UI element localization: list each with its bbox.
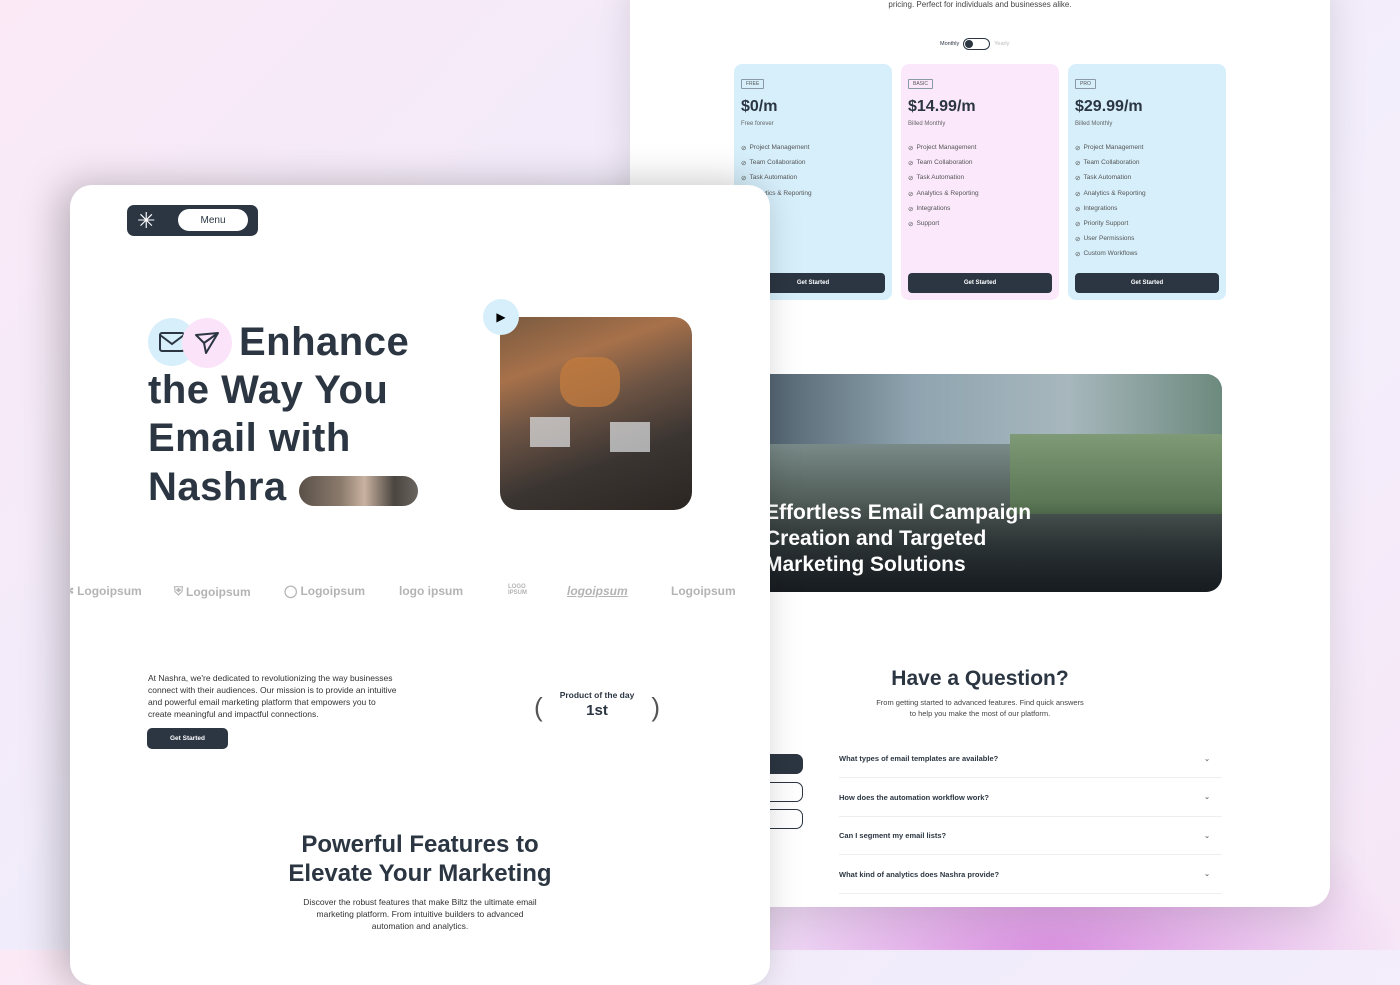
send-icon bbox=[182, 318, 232, 368]
plan-feature: ⊘ User Permissions bbox=[1075, 235, 1219, 250]
laurel-right-icon: ) bbox=[651, 692, 660, 722]
toggle-switch[interactable] bbox=[963, 38, 991, 50]
check-circle-icon: ⊘ bbox=[908, 160, 914, 168]
plan-feature: ⊘ Custom Workflows bbox=[1075, 250, 1219, 265]
check-circle-icon: ⊘ bbox=[908, 220, 914, 228]
partner-logo: ⛨ Logoipsum bbox=[174, 584, 251, 599]
plan-price: $0/m bbox=[741, 98, 778, 115]
plan-card-basic: BASIC $14.99/m Billed Monthly ⊘ Project Ma… bbox=[901, 64, 1059, 300]
plan-get-started-button[interactable]: Get Started bbox=[908, 273, 1052, 293]
check-circle-icon: ⊘ bbox=[1075, 175, 1081, 183]
check-circle-icon: ⊘ bbox=[1075, 220, 1081, 228]
plan-feature: ⊘ Priority Support bbox=[1075, 220, 1219, 235]
plan-feature: ⊘Analytics & Reporting bbox=[908, 190, 1052, 205]
features-subtitle: Discover the robust features that make B… bbox=[303, 897, 537, 931]
logo-mark-icon: ◯ bbox=[284, 584, 298, 598]
toggle-monthly[interactable]: Monthly bbox=[940, 41, 959, 47]
team-photo-pill bbox=[299, 476, 418, 506]
plan-price: $14.99/m bbox=[908, 98, 976, 115]
plan-card-pro: PRO $29.99/m Billed Monthly ⊘ Project Mana… bbox=[1068, 64, 1226, 300]
toggle-yearly[interactable]: Yearly bbox=[994, 41, 1009, 47]
chevron-down-icon[interactable]: ⌄ bbox=[1204, 832, 1210, 840]
plan-feature: ⊘ Project Management bbox=[908, 144, 1052, 159]
check-circle-icon: ⊘ bbox=[1075, 251, 1081, 259]
billing-toggle[interactable]: Monthly Yearly bbox=[940, 38, 1009, 50]
chevron-down-icon[interactable]: ⌄ bbox=[1204, 793, 1210, 801]
check-circle-icon: ⊘ bbox=[1075, 160, 1081, 168]
plan-feature: ⊘ Project Management bbox=[741, 144, 885, 159]
check-circle-icon: ⊘ bbox=[1075, 145, 1081, 152]
plan-billing: Free forever bbox=[741, 121, 774, 127]
plan-billing: Billed Monthly bbox=[908, 121, 946, 127]
logo-mark-icon: ⛨ bbox=[174, 584, 184, 598]
check-circle-icon: ⊘ bbox=[1075, 205, 1081, 213]
logo-mark-icon: ✻ bbox=[70, 584, 74, 598]
plan-tag: FREE bbox=[741, 79, 765, 89]
plan-feature: ⊘ Team Collaboration bbox=[741, 159, 885, 174]
features-title: Powerful Features to Elevate Your Market… bbox=[288, 831, 552, 887]
banner-image: Effortless Email Campaign Creation and T… bbox=[710, 374, 1222, 592]
about-text: At Nashra, we're dedicated to revolution… bbox=[148, 673, 397, 719]
plan-feature: ⊘ Task Automation bbox=[1075, 174, 1219, 189]
partner-logo: LOGO IPSUM bbox=[508, 584, 528, 596]
menu-button[interactable]: Menu bbox=[178, 209, 248, 231]
plan-price: $29.99/m bbox=[1075, 98, 1143, 115]
plan-feature: ⊘ Integrations bbox=[1075, 205, 1219, 220]
faq-item[interactable]: What kind of analytics does Nashra provi… bbox=[839, 856, 1222, 894]
check-circle-icon: ⊘ bbox=[908, 175, 914, 183]
plan-feature: ⊘ Integrations bbox=[908, 205, 1052, 220]
video-thumbnail[interactable] bbox=[500, 317, 692, 510]
plan-feature: ⊘ Task Automation bbox=[741, 174, 885, 189]
partner-logo: logo ipsum bbox=[399, 584, 463, 598]
check-circle-icon: ⊘ bbox=[908, 190, 914, 198]
faq-item[interactable]: Can I segment my email lists? ⌄ bbox=[839, 817, 1222, 855]
plan-feature: ⊘Analytics & Reporting bbox=[1075, 190, 1219, 205]
partner-logo: ◯ Logoipsum bbox=[284, 584, 366, 598]
play-icon: ▶ bbox=[496, 310, 506, 324]
pricing-intro: pricing. Perfect for individuals and bus… bbox=[888, 0, 1072, 9]
plan-feature: ⊘ Project Management bbox=[1075, 144, 1219, 159]
check-circle-icon: ⊘ bbox=[1075, 190, 1081, 198]
check-circle-icon: ⊘ bbox=[741, 145, 747, 152]
play-button[interactable]: ▶ bbox=[483, 299, 519, 335]
hero-line-2: the Way You bbox=[148, 368, 389, 412]
plan-tag: PRO bbox=[1075, 79, 1096, 89]
plan-billing: Billed Monthly bbox=[1075, 121, 1113, 127]
partner-logo: ✻Logoipsum bbox=[70, 584, 142, 598]
chevron-down-icon[interactable]: ⌄ bbox=[1204, 755, 1210, 763]
plan-get-started-button[interactable]: Get Started bbox=[1075, 273, 1219, 293]
hero-line-3: Email with bbox=[148, 416, 351, 460]
navbar: ✳ Menu bbox=[127, 205, 258, 236]
check-circle-icon: ⊘ bbox=[1075, 236, 1081, 244]
partner-logo: logoipsum bbox=[567, 584, 628, 598]
chevron-down-icon[interactable]: ⌄ bbox=[1204, 870, 1210, 878]
faq-item[interactable]: How does the automation workflow work? ⌄ bbox=[839, 779, 1222, 817]
check-circle-icon: ⊘ bbox=[908, 205, 914, 213]
asterisk-icon[interactable]: ✳ bbox=[137, 208, 155, 234]
plan-feature: ⊘ Team Collaboration bbox=[1075, 159, 1219, 174]
banner-headline: Effortless Email Campaign Creation and T… bbox=[765, 501, 1032, 576]
plan-tag: BASIC bbox=[908, 79, 934, 89]
landing-page-preview: ✳ Menu Enhance the Way You Email with Na… bbox=[70, 185, 770, 985]
get-started-button[interactable]: Get Started bbox=[147, 728, 228, 749]
product-of-day-badge: ( ) Product of the day 1st bbox=[534, 690, 660, 722]
hero-line-4: Nashra bbox=[148, 465, 287, 509]
plan-feature: ⊘ Task Automation bbox=[908, 174, 1052, 189]
check-circle-icon: ⊘ bbox=[908, 145, 914, 152]
laurel-left-icon: ( bbox=[534, 692, 543, 722]
check-circle-icon: ⊘ bbox=[741, 160, 747, 168]
hero-line-1: Enhance bbox=[239, 320, 410, 364]
plan-feature: ⊘ Team Collaboration bbox=[908, 159, 1052, 174]
plan-feature: ⊘ Support bbox=[908, 220, 1052, 235]
faq-item[interactable]: What types of email templates are availa… bbox=[839, 740, 1222, 778]
partner-logo: Logoipsum bbox=[671, 584, 736, 598]
